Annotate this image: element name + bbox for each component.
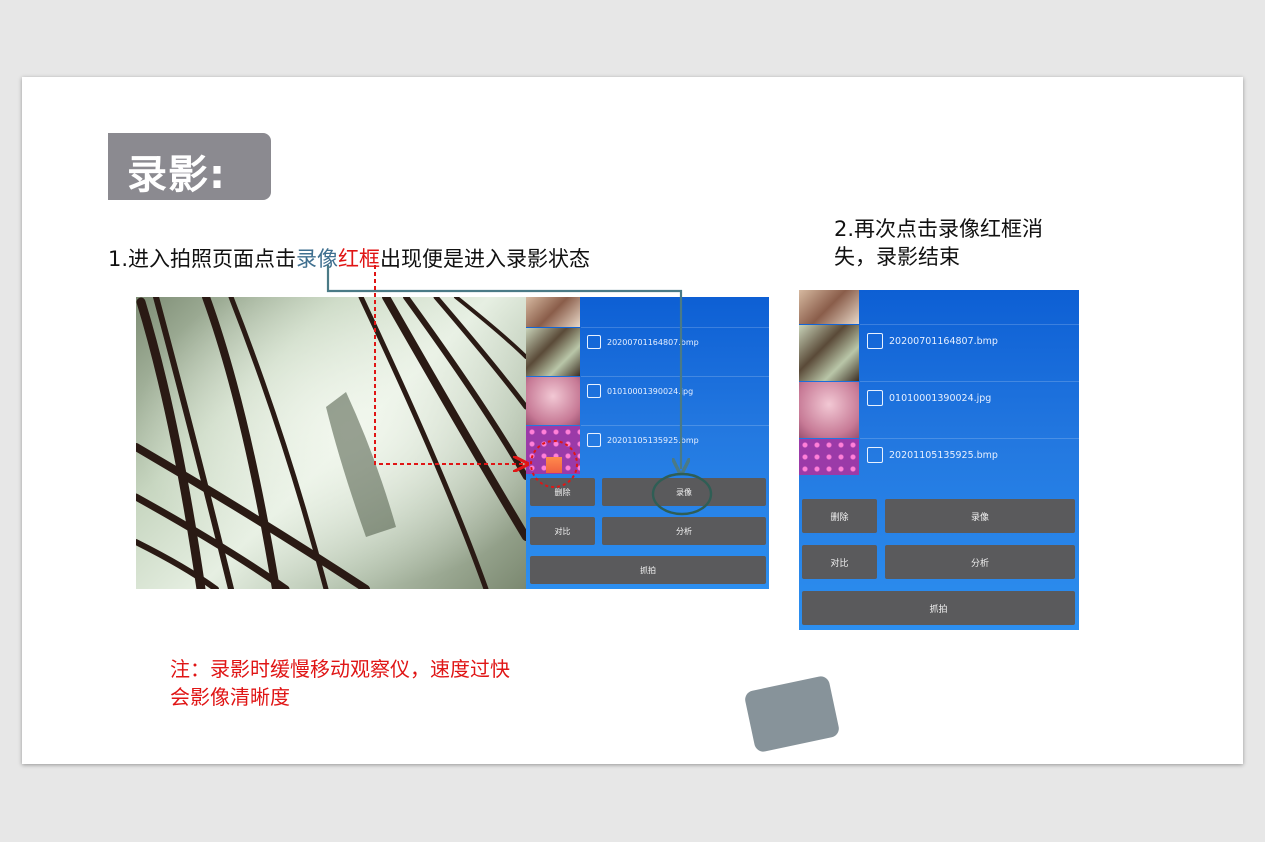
- side-panel: 20200701164807.bmp 01010001390024.jpg 20…: [526, 297, 769, 589]
- file-name: 01010001390024.jpg: [607, 387, 694, 396]
- capture-button[interactable]: 抓拍: [802, 591, 1075, 625]
- step1-suffix: 出现便是进入录影状态: [380, 247, 591, 271]
- file-checkbox[interactable]: [867, 333, 883, 349]
- analyze-button[interactable]: 分析: [885, 545, 1075, 579]
- thumbnail-cells[interactable]: [799, 439, 859, 475]
- file-checkbox[interactable]: [867, 390, 883, 406]
- file-name: 20200701164807.bmp: [889, 336, 998, 347]
- file-checkbox[interactable]: [587, 384, 601, 398]
- file-name: 20201105135925.bmp: [607, 436, 699, 445]
- microscope-image: [136, 297, 530, 589]
- step2-instruction: 2.再次点击录像红框消 失，录影结束: [834, 215, 1084, 271]
- delete-button[interactable]: 删除: [802, 499, 877, 533]
- step2-line1: 2.再次点击录像红框消: [834, 217, 1044, 241]
- file-row[interactable]: 20200701164807.bmp: [581, 327, 769, 376]
- thumbnail-skin[interactable]: [526, 377, 580, 425]
- screenshot-recording: 20200701164807.bmp 01010001390024.jpg 20…: [136, 297, 769, 589]
- thumbnail-hair[interactable]: [799, 325, 859, 381]
- note-line2: 会影像清晰度: [170, 685, 290, 709]
- record-button[interactable]: 录像: [885, 499, 1075, 533]
- thumbnail-hair[interactable]: [526, 328, 580, 376]
- file-name: 20201105135925.bmp: [889, 450, 998, 461]
- slide: 录影: 1.进入拍照页面点击录像红框出现便是进入录影状态 2.再次点击录像红框消…: [22, 77, 1243, 764]
- step1-instruction: 1.进入拍照页面点击录像红框出现便是进入录影状态: [108, 243, 590, 273]
- file-checkbox[interactable]: [867, 447, 883, 463]
- compare-button[interactable]: 对比: [802, 545, 877, 579]
- file-name: 01010001390024.jpg: [889, 393, 992, 404]
- thumbnail-teeth[interactable]: [526, 297, 580, 327]
- step2-line2: 失，录影结束: [834, 245, 960, 269]
- file-name: 20200701164807.bmp: [607, 338, 699, 347]
- step1-highlight-redbox: 红框: [338, 247, 381, 271]
- file-row[interactable]: 20201105135925.bmp: [860, 438, 1079, 495]
- file-checkbox[interactable]: [587, 335, 601, 349]
- file-row[interactable]: 20200701164807.bmp: [860, 324, 1079, 381]
- record-button[interactable]: 录像: [602, 478, 766, 506]
- step1-prefix: 1.进入拍照页面点击: [108, 247, 297, 271]
- file-row[interactable]: 01010001390024.jpg: [581, 376, 769, 425]
- compare-button[interactable]: 对比: [530, 517, 595, 545]
- side-panel: 20200701164807.bmp 01010001390024.jpg 20…: [799, 290, 1079, 630]
- thumbnail-teeth[interactable]: [799, 290, 859, 324]
- note-line1: 注：录影时缓慢移动观察仪，速度过快: [170, 657, 510, 681]
- thumbnail-skin[interactable]: [799, 382, 859, 438]
- file-row[interactable]: 01010001390024.jpg: [860, 381, 1079, 438]
- delete-button[interactable]: 删除: [530, 478, 595, 506]
- screenshot-stopped: 20200701164807.bmp 01010001390024.jpg 20…: [799, 290, 1079, 630]
- title-badge: 录影:: [108, 133, 271, 200]
- analyze-button[interactable]: 分析: [602, 517, 766, 545]
- recording-indicator[interactable]: [546, 457, 562, 473]
- capture-button[interactable]: 抓拍: [530, 556, 766, 584]
- slide-title: 录影:: [127, 152, 226, 198]
- note-text: 注：录影时缓慢移动观察仪，速度过快 会影像清晰度: [170, 655, 590, 711]
- file-checkbox[interactable]: [587, 433, 601, 447]
- decorative-shape: [743, 674, 841, 754]
- file-row[interactable]: 20201105135925.bmp: [581, 425, 769, 474]
- step1-highlight-record: 录像: [296, 247, 339, 271]
